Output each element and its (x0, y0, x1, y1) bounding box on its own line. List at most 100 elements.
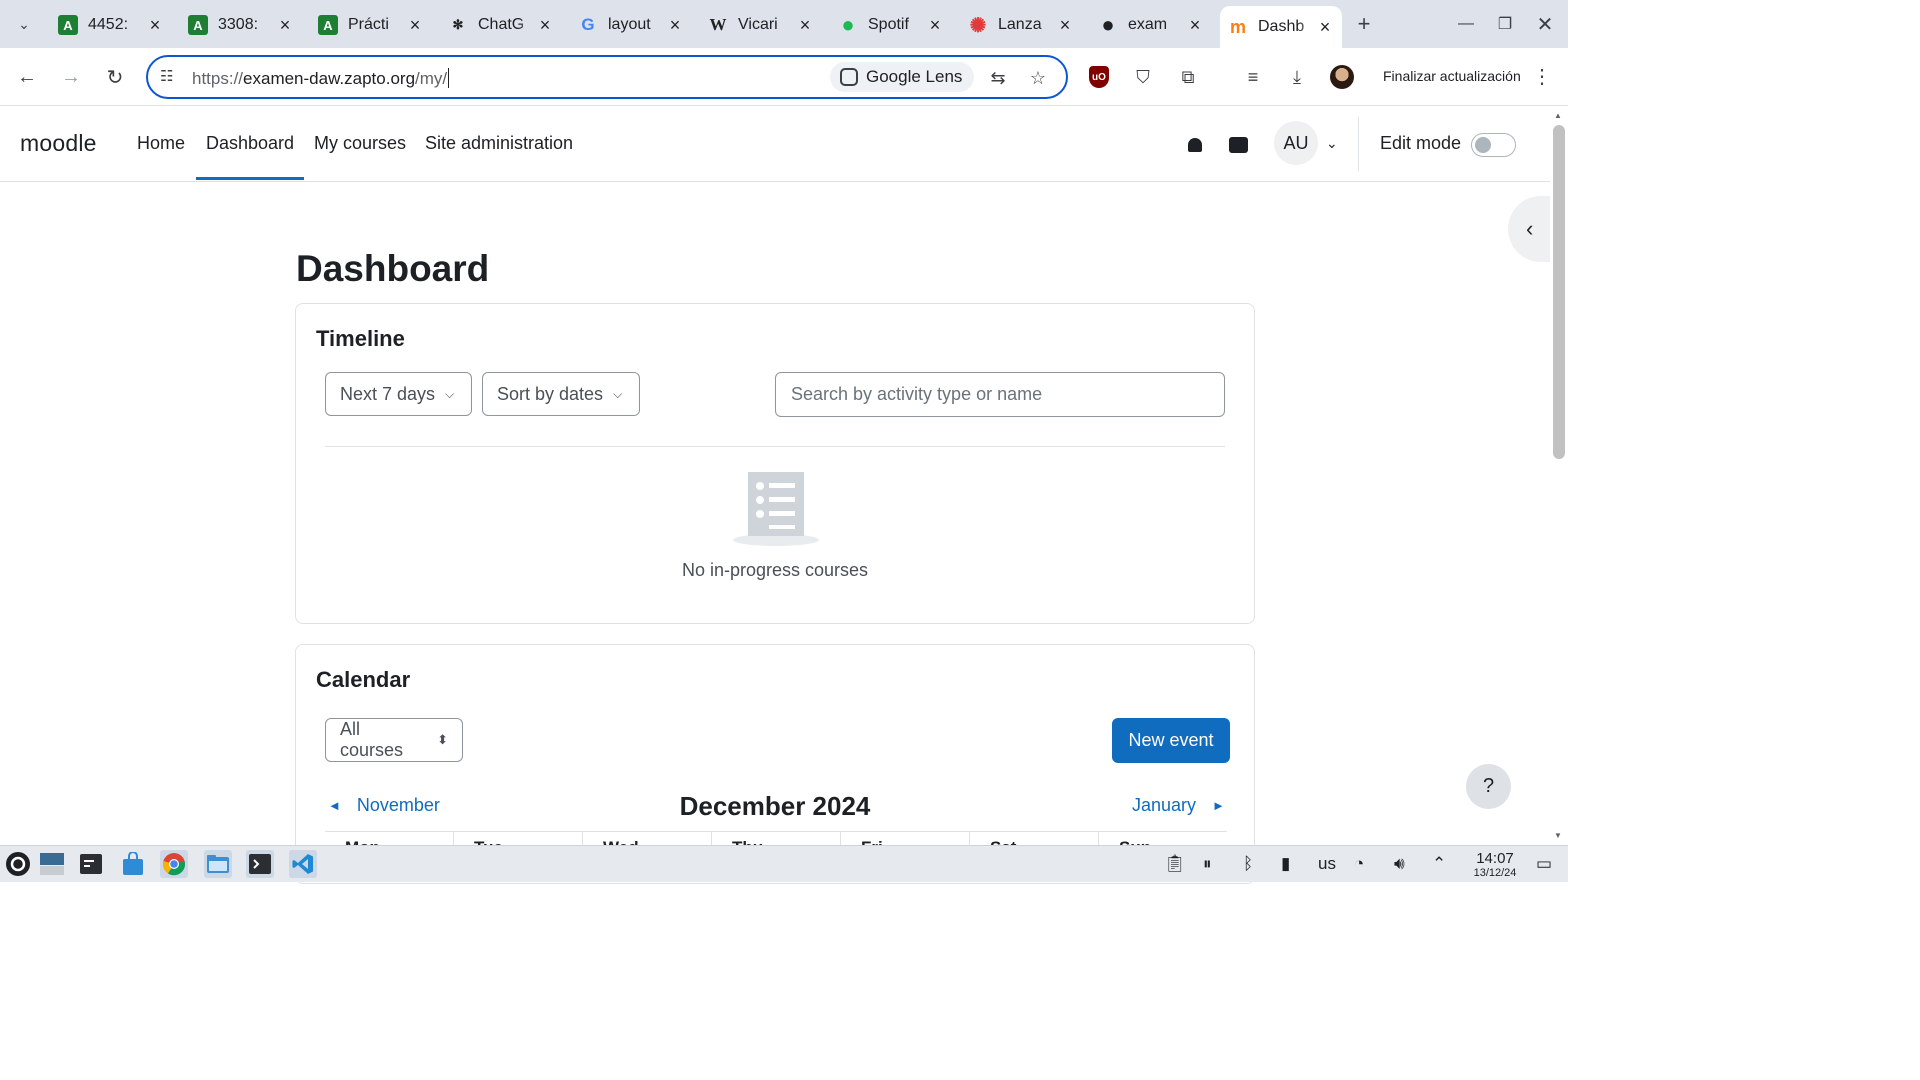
site-logo[interactable]: moodle (20, 130, 97, 157)
tab-close-icon[interactable]: × (1056, 15, 1074, 36)
tab-close-icon[interactable]: × (1186, 15, 1204, 36)
app-launcher-icon[interactable] (4, 850, 32, 878)
minimize-icon[interactable]: — (1453, 12, 1479, 36)
new-tab-plus-icon[interactable]: + (1352, 11, 1376, 36)
lens-label: Google Lens (866, 67, 963, 86)
calendar-course-filter[interactable]: All courses ⬍ (325, 718, 463, 762)
chevron-down-icon: ⌵ (445, 386, 455, 401)
tab-label: Vicari (738, 16, 778, 33)
google-lens-button[interactable]: Google Lens (830, 62, 975, 92)
empty-state-message: No in-progress courses (681, 560, 869, 580)
page-scrollbar[interactable]: ▲ ▼ (1550, 107, 1568, 845)
browser-tab[interactable]: A 3308: × (180, 8, 302, 42)
browser-tab[interactable]: A 4452: × (50, 8, 172, 42)
day-filter-value: Next 7 days (340, 383, 436, 404)
media-queue-icon[interactable]: ≡ (1240, 64, 1266, 90)
notifications-bell-icon[interactable] (1183, 133, 1207, 157)
tab-favicon-icon: A (58, 15, 78, 35)
close-window-icon[interactable]: ✕ (1532, 12, 1558, 36)
browser-tab[interactable]: G layout × (570, 8, 692, 42)
url-text[interactable]: https://examen-daw.zapto.org/my/ (192, 68, 450, 89)
taskbar-clock[interactable]: 14:07 13/12/24 (1464, 850, 1526, 879)
system-monitor-icon[interactable] (77, 850, 105, 878)
nav-dashboard[interactable]: Dashboard (206, 133, 294, 154)
tab-search-chevron-icon[interactable]: ⌄ (10, 12, 38, 36)
tab-label: Lanza (998, 16, 1042, 33)
tab-favicon-icon: ● (1101, 12, 1115, 37)
next-month-label: January (1132, 795, 1197, 815)
update-button[interactable]: Finalizar actualización (1383, 68, 1521, 84)
nav-my-courses[interactable]: My courses (314, 133, 406, 154)
scrollbar-thumb[interactable] (1553, 125, 1565, 459)
back-arrow-icon[interactable]: ← (13, 63, 41, 91)
tab-close-icon[interactable]: × (926, 15, 944, 36)
tab-close-icon[interactable]: × (146, 15, 164, 36)
media-pause-icon[interactable]: ⏸︎ (1203, 854, 1212, 874)
clock-time: 14:07 (1476, 850, 1514, 867)
timeline-sort-select[interactable]: Sort by dates ⌵ (482, 372, 640, 416)
moodle-navbar: moodle Home Dashboard My courses Site ad… (0, 107, 1550, 182)
software-store-icon[interactable] (119, 850, 147, 878)
browser-tab[interactable]: ✻ ChatG × (440, 8, 562, 42)
forward-arrow-icon[interactable]: → (57, 63, 85, 91)
reload-icon[interactable]: ↻ (101, 63, 129, 91)
edit-mode-toggle[interactable] (1471, 133, 1516, 157)
keyboard-layout-indicator[interactable]: us (1318, 854, 1336, 874)
browser-tab[interactable]: ● exam × (1090, 8, 1212, 42)
show-desktop-icon[interactable]: ▭ (1536, 854, 1552, 874)
browser-tab[interactable]: W Vicari × (700, 8, 822, 42)
tab-favicon-icon: A (188, 15, 208, 35)
chrome-taskbar-icon[interactable] (160, 850, 188, 878)
clipboard-icon[interactable]: 📋︎ (1164, 854, 1186, 874)
timeline-day-filter[interactable]: Next 7 days ⌵ (325, 372, 472, 416)
tab-close-icon[interactable]: × (1316, 17, 1334, 38)
scroll-up-icon[interactable]: ▲ (1554, 111, 1562, 120)
wifi-icon[interactable]: ◔ (1354, 854, 1364, 874)
bookmark-star-icon[interactable]: ☆ (1026, 66, 1050, 90)
desktop-pager-icon[interactable] (38, 850, 66, 878)
messages-chat-icon[interactable] (1226, 133, 1250, 157)
tab-close-icon[interactable]: × (276, 15, 294, 36)
clock-date: 13/12/24 (1473, 867, 1517, 879)
nav-home[interactable]: Home (137, 133, 185, 154)
vscode-icon[interactable] (289, 850, 317, 878)
restore-icon[interactable]: ❐ (1492, 12, 1518, 36)
new-event-button[interactable]: New event (1112, 718, 1230, 763)
ublock-origin-icon[interactable]: uO (1089, 66, 1109, 88)
terminal-icon[interactable] (246, 850, 274, 878)
navbar-divider (1358, 117, 1359, 171)
tab-label: exam (1128, 16, 1168, 33)
scroll-down-icon[interactable]: ▼ (1554, 831, 1562, 840)
browser-tab-active[interactable]: m Dashb × (1220, 6, 1342, 48)
tab-favicon-icon: W (709, 15, 727, 34)
translate-icon[interactable]: ⇆ (986, 66, 1010, 90)
tab-close-icon[interactable]: × (536, 15, 554, 36)
timeline-block: Timeline Next 7 days ⌵ Sort by dates ⌵ N… (295, 303, 1255, 624)
extensions-puzzle-icon[interactable]: ⧉ (1175, 64, 1201, 90)
site-settings-icon[interactable]: ☷ (160, 67, 180, 87)
battery-icon[interactable]: ▮ (1281, 854, 1290, 874)
help-button[interactable]: ? (1466, 764, 1511, 809)
next-month-link[interactable]: January ► (1132, 795, 1225, 816)
browser-tab[interactable]: A Prácti × (310, 8, 432, 42)
download-icon[interactable]: ⤓ (1284, 64, 1310, 90)
select-updown-icon: ⬍ (437, 732, 448, 747)
timeline-search-input[interactable] (775, 372, 1225, 417)
tray-expand-icon[interactable]: ⌃ (1432, 854, 1446, 874)
volume-icon[interactable]: 🔊︎ (1394, 854, 1405, 874)
file-manager-icon[interactable] (204, 850, 232, 878)
tab-close-icon[interactable]: × (666, 15, 684, 36)
browser-menu-icon[interactable]: ⋮ (1532, 64, 1552, 89)
tab-favicon-icon: ● (841, 12, 855, 37)
user-avatar[interactable]: AU (1274, 121, 1318, 165)
user-menu-chevron-icon[interactable]: ⌄ (1326, 135, 1338, 152)
address-bar[interactable]: ☷ https://examen-daw.zapto.org/my/ Googl… (146, 55, 1068, 99)
tab-close-icon[interactable]: × (796, 15, 814, 36)
nav-site-administration[interactable]: Site administration (425, 133, 573, 154)
bluetooth-icon[interactable]: ᛒ (1243, 854, 1253, 874)
profile-avatar[interactable] (1330, 65, 1354, 89)
browser-tab[interactable]: ✺ Lanza × (960, 8, 1082, 42)
tab-close-icon[interactable]: × (406, 15, 424, 36)
shield-extension-icon[interactable]: ⛉ (1130, 64, 1156, 90)
browser-tab[interactable]: ● Spotif × (830, 8, 952, 42)
